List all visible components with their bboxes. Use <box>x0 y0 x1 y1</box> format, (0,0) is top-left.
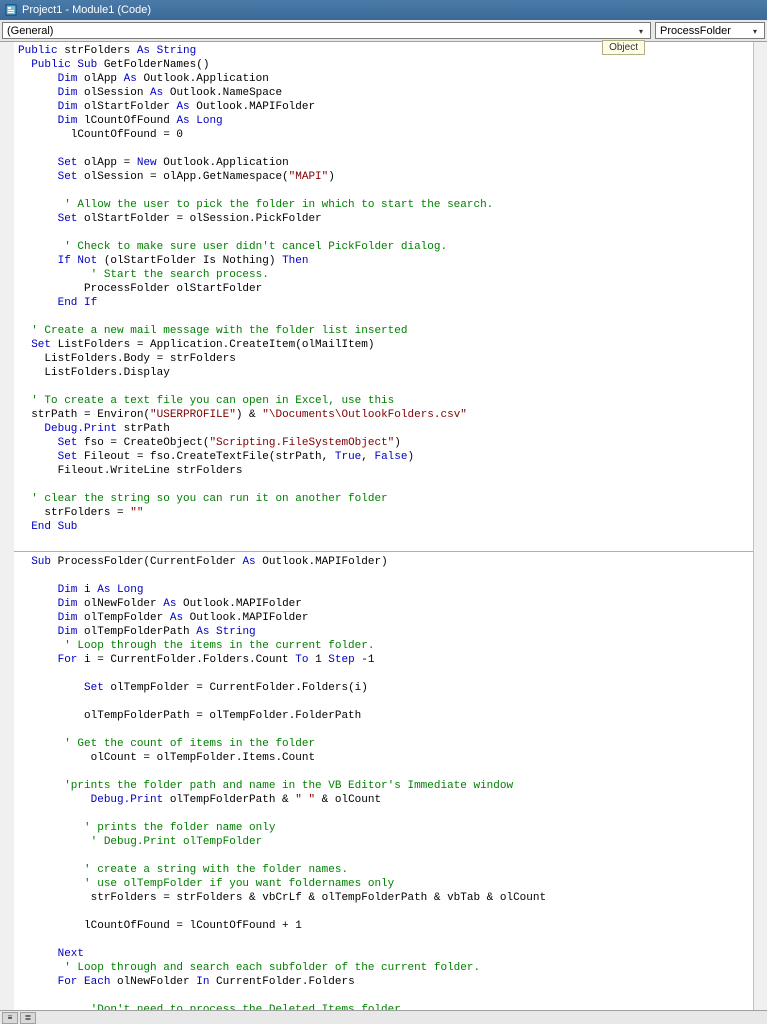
object-dropdown[interactable]: (General) ▾ <box>2 22 651 39</box>
code-text[interactable]: Public strFolders As String Public Sub G… <box>14 42 767 550</box>
tooltip: Object <box>602 40 645 55</box>
margin-indicator-bar <box>13 42 14 1010</box>
view-mode-bar: ≡ ≣ <box>0 1010 767 1024</box>
window-title: Project1 - Module1 (Code) <box>22 4 151 16</box>
procedure-view-button[interactable]: ≡ <box>2 1012 18 1024</box>
object-procedure-row: (General) ▾ ProcessFolder ▾ <box>0 20 767 42</box>
full-module-view-button[interactable]: ≣ <box>20 1012 36 1024</box>
object-dropdown-value: (General) <box>7 25 53 37</box>
code-editor[interactable]: Public strFolders As String Public Sub G… <box>0 42 767 1010</box>
chevron-down-icon: ▾ <box>748 24 762 38</box>
procedure-dropdown-value: ProcessFolder <box>660 25 731 37</box>
chevron-down-icon: ▾ <box>634 24 648 38</box>
procedure-dropdown[interactable]: ProcessFolder ▾ <box>655 22 765 39</box>
vertical-scrollbar[interactable] <box>753 42 767 1010</box>
vba-module-icon <box>4 3 18 17</box>
title-bar: Project1 - Module1 (Code) <box>0 0 767 20</box>
